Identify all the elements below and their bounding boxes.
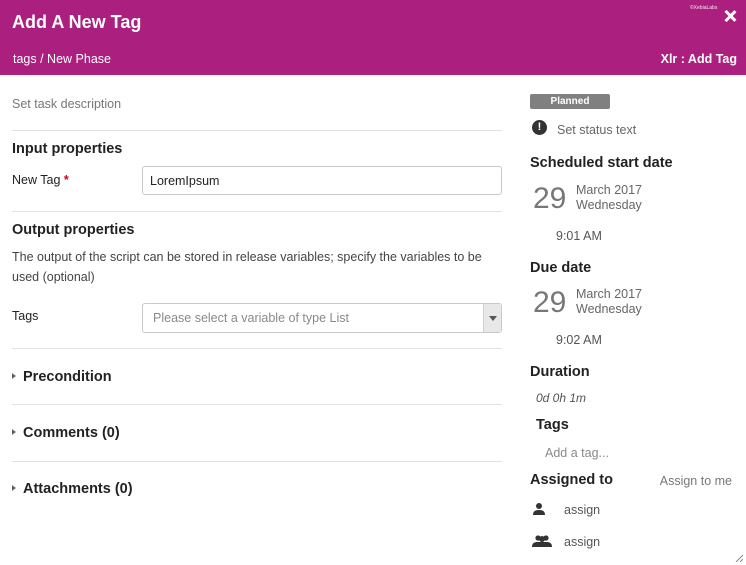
- duration-title: Duration: [530, 364, 590, 380]
- scheduled-start-weekday: Wednesday: [576, 198, 642, 212]
- divider: [12, 130, 502, 131]
- divider: [12, 404, 502, 405]
- task-description-field[interactable]: Set task description: [12, 97, 121, 111]
- new-tag-label: New Tag *: [12, 173, 69, 187]
- output-properties-title: Output properties: [12, 222, 135, 238]
- due-date-weekday: Wednesday: [576, 302, 642, 316]
- resize-handle[interactable]: [735, 554, 743, 562]
- due-date-month: March 2017: [576, 287, 643, 301]
- scheduled-start-time[interactable]: 9:01 AM: [556, 229, 602, 243]
- user-icon: [532, 502, 546, 521]
- task-type-label: Xlr : Add Tag: [660, 52, 737, 66]
- input-properties-title: Input properties: [12, 141, 123, 157]
- scheduled-start-title: Scheduled start date: [530, 155, 673, 171]
- precondition-toggle[interactable]: Precondition: [12, 369, 112, 385]
- exclamation-icon: !: [532, 120, 547, 135]
- tags-label: Tags: [12, 309, 39, 323]
- comments-toggle[interactable]: Comments (0): [12, 425, 120, 441]
- assign-team-link[interactable]: assign: [564, 535, 600, 549]
- chevron-down-icon[interactable]: [483, 304, 501, 332]
- divider: [12, 211, 502, 212]
- dialog-title: Add A New Tag: [12, 12, 142, 32]
- watermark-logo: ©XebiaLabs: [690, 5, 718, 11]
- tags-title: Tags: [536, 417, 569, 433]
- status-badge[interactable]: Planned: [530, 94, 610, 109]
- scheduled-start-month: March 2017: [576, 183, 643, 197]
- duration-value[interactable]: 0d 0h 1m: [536, 391, 586, 405]
- close-icon[interactable]: [723, 9, 737, 23]
- caret-right-icon: [12, 429, 16, 435]
- team-icon: [532, 534, 552, 553]
- tags-variable-placeholder: Please select a variable of type List: [153, 311, 349, 325]
- add-tag-input[interactable]: Add a tag...: [545, 446, 609, 460]
- assigned-to-title: Assigned to: [530, 472, 613, 488]
- due-date-time[interactable]: 9:02 AM: [556, 333, 602, 347]
- caret-right-icon: [12, 485, 16, 491]
- due-date-title: Due date: [530, 260, 592, 276]
- assign-user-link[interactable]: assign: [564, 503, 600, 517]
- required-marker: *: [63, 173, 69, 187]
- status-text-placeholder: Set status text: [557, 123, 637, 137]
- new-tag-label-text: New Tag: [12, 173, 61, 187]
- comments-label: Comments (0): [23, 425, 120, 441]
- attachments-toggle[interactable]: Attachments (0): [12, 481, 133, 497]
- tags-variable-select[interactable]: Please select a variable of type List: [142, 303, 502, 333]
- new-tag-input[interactable]: LoremIpsum: [142, 166, 502, 195]
- assign-to-me-link[interactable]: Assign to me: [660, 474, 732, 488]
- scheduled-start-day[interactable]: 29: [533, 182, 566, 216]
- attachments-label: Attachments (0): [23, 481, 133, 497]
- precondition-label: Precondition: [23, 369, 112, 385]
- divider: [12, 461, 502, 462]
- due-date-day[interactable]: 29: [533, 286, 566, 320]
- output-properties-description: The output of the script can be stored i…: [12, 250, 482, 284]
- dialog-header: Add A New Tag tags / New Phase Xlr : Add…: [0, 0, 746, 75]
- breadcrumb: tags / New Phase: [13, 52, 111, 66]
- caret-right-icon: [12, 373, 16, 379]
- divider: [12, 348, 502, 349]
